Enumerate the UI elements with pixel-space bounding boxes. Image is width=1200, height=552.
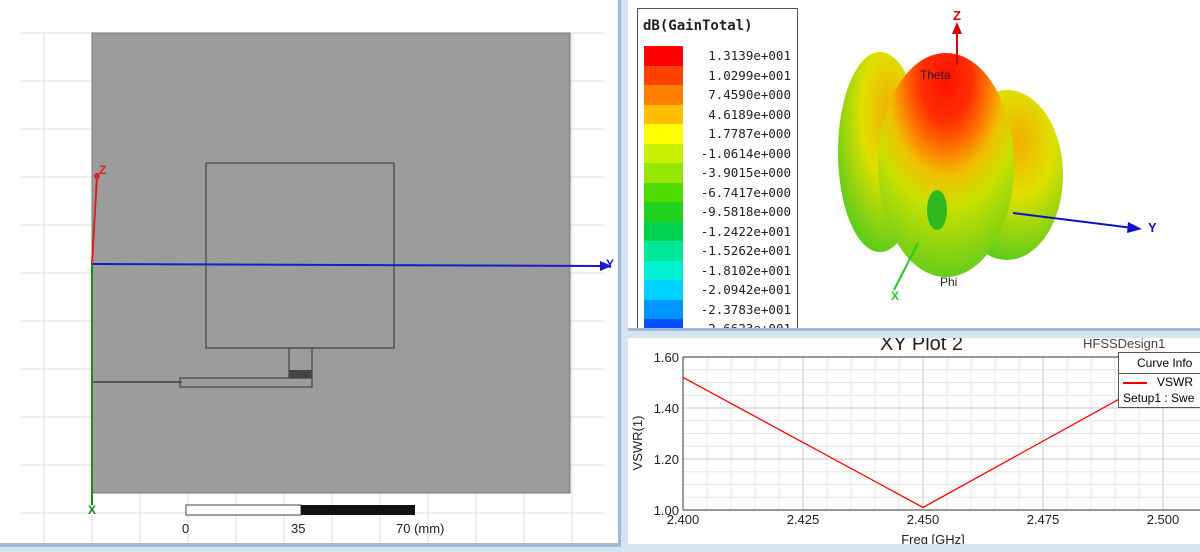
phi-label: Phi xyxy=(940,275,957,289)
scale-label-0: 0 xyxy=(182,521,190,536)
curve-info-legend[interactable]: Curve Info VSWR Setup1 : Swe xyxy=(1118,352,1200,408)
x-axis-label: X xyxy=(88,503,96,517)
curve-setup: Setup1 : Swe xyxy=(1123,391,1195,405)
model-view-panel[interactable]: Y Z X 0 35 70 (mm) xyxy=(0,0,621,547)
y-tick-label: 1.40 xyxy=(654,401,679,416)
z-arrow-icon xyxy=(952,22,962,34)
z-axis-label: Z xyxy=(99,163,106,177)
scale-bar-black xyxy=(301,505,415,515)
y-axis-title: VSWR(1) xyxy=(630,416,645,471)
y-tick-label: 1.20 xyxy=(654,452,679,467)
curve-info-header: Curve Info xyxy=(1119,353,1200,374)
y-tick-label: 1.00 xyxy=(654,503,679,518)
x-tick-label: 2.450 xyxy=(907,512,940,527)
null-dimple xyxy=(927,190,947,230)
x-tick-label: 2.425 xyxy=(787,512,820,527)
model-canvas[interactable]: Y Z X xyxy=(0,0,618,543)
substrate-ground[interactable] xyxy=(91,32,571,494)
vswr-chart[interactable]: XY Plot 2 HFSSDesign1 2.400 2.425 2.450 2.4… xyxy=(628,338,1200,544)
scale-bar-white xyxy=(185,504,302,516)
port[interactable] xyxy=(289,370,312,378)
pattern-3d[interactable]: Z Y X Theta Phi xyxy=(628,0,1200,328)
scale-label-70: 70 (mm) xyxy=(396,521,445,536)
y-arrow-icon xyxy=(1127,222,1142,233)
lobe-main xyxy=(878,53,1014,277)
theta-label: Theta xyxy=(920,68,951,82)
x-tick-label: 2.500 xyxy=(1147,512,1180,527)
chart-title: XY Plot 2 xyxy=(880,338,963,355)
design-name: HFSSDesign1 xyxy=(1083,338,1165,351)
scale-label-35: 35 xyxy=(291,521,306,536)
curve-entry[interactable]: VSWR xyxy=(1119,374,1200,390)
z-label: Z xyxy=(953,8,961,23)
curve-swatch xyxy=(1123,381,1147,384)
curve-name: VSWR xyxy=(1157,375,1193,389)
x-axis-title: Freq [GHz] xyxy=(901,532,965,544)
xy-plot-panel[interactable]: XY Plot 2 HFSSDesign1 2.400 2.425 2.450 2.4… xyxy=(628,338,1200,544)
radiation-pattern-panel[interactable]: dB(GainTotal) 1.3139e+001 1.0299e+001 7.45… xyxy=(628,0,1200,331)
x-tick-label: 2.475 xyxy=(1027,512,1060,527)
y-axis-label: Y xyxy=(606,257,614,271)
x-label: X xyxy=(891,289,899,303)
y-tick-label: 1.60 xyxy=(654,350,679,365)
y-label: Y xyxy=(1148,220,1157,235)
